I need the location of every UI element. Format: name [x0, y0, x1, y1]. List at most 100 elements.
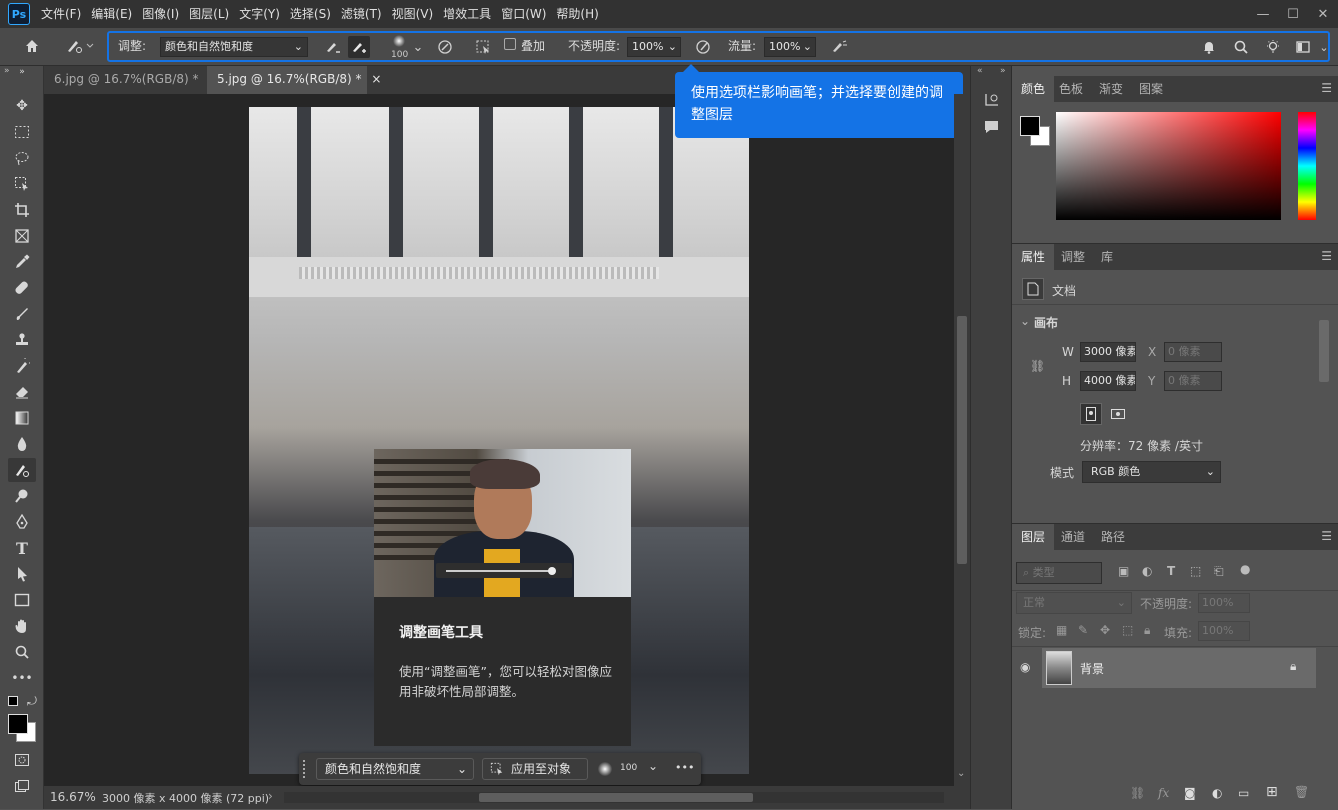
zoom-level[interactable]: 16.67%	[50, 790, 96, 804]
brush-tool-icon[interactable]	[8, 302, 36, 326]
vertical-scroll-thumb[interactable]	[957, 316, 967, 564]
adjustment-brush-tool-icon[interactable]	[8, 458, 36, 482]
layer-style-icon[interactable]: fx	[1158, 786, 1169, 800]
menu-help[interactable]: 帮助(H)	[551, 0, 603, 28]
context-adjust-dropdown[interactable]: 颜色和自然饱和度 ⌄	[316, 758, 474, 780]
healing-brush-tool-icon[interactable]	[8, 276, 36, 300]
tab-color[interactable]: 颜色	[1012, 76, 1055, 102]
lasso-tool-icon[interactable]	[8, 146, 36, 170]
move-tool-icon[interactable]: ✥	[8, 94, 36, 118]
type-tool-icon[interactable]: T	[8, 536, 36, 560]
horizontal-scroll-thumb[interactable]	[479, 793, 753, 802]
status-arrow-icon[interactable]: ›	[268, 789, 273, 803]
home-icon[interactable]	[20, 36, 44, 56]
brush-tip-icon[interactable]	[388, 31, 410, 51]
lock-artboard-icon[interactable]: ⬚	[1122, 623, 1133, 637]
collapse-tools-icon[interactable]: »	[8, 66, 36, 78]
blend-mode-dropdown[interactable]: 正常 ⌄	[1016, 592, 1132, 614]
pressure-opacity-icon[interactable]	[692, 36, 714, 58]
pen-tool-icon[interactable]	[8, 510, 36, 534]
brush-size-chevron-icon[interactable]: ⌄	[410, 37, 426, 57]
collapse-left-icon[interactable]: »	[4, 66, 10, 76]
workspace-chevron-icon[interactable]: ⌄	[1318, 37, 1330, 57]
tab-paths[interactable]: 路径	[1092, 524, 1134, 550]
width-input[interactable]: 3000 像素	[1080, 342, 1136, 362]
filter-toggle-icon[interactable]: ●	[1240, 562, 1250, 576]
tab-layers[interactable]: 图层	[1012, 524, 1055, 550]
brush-add-icon[interactable]	[348, 36, 370, 58]
filter-type-icon[interactable]: T	[1167, 564, 1175, 578]
mode-dropdown[interactable]: RGB 颜色 ⌄	[1082, 461, 1221, 483]
scroll-down-icon[interactable]: ⌄	[957, 768, 965, 779]
panel-menu-icon[interactable]: ☰	[1321, 81, 1332, 95]
discover-lightbulb-icon[interactable]	[1262, 36, 1284, 58]
new-layer-icon[interactable]: ⊞	[1266, 784, 1278, 800]
airbrush-icon[interactable]	[828, 36, 850, 58]
workspace-icon[interactable]	[1292, 36, 1314, 58]
blur-tool-icon[interactable]	[8, 432, 36, 456]
gradient-tool-icon[interactable]	[8, 406, 36, 430]
rectangle-tool-icon[interactable]	[8, 588, 36, 612]
tab-properties[interactable]: 属性	[1012, 244, 1055, 270]
tab-6-jpg[interactable]: 6.jpg @ 16.7%(RGB/8) * ×	[44, 66, 218, 94]
filter-shape-icon[interactable]: ⬚	[1190, 564, 1201, 578]
menu-filter[interactable]: 滤镜(T)	[336, 0, 387, 28]
lock-transparency-icon[interactable]: ▦	[1056, 623, 1067, 637]
apply-to-object-button[interactable]: 应用至对象	[482, 758, 588, 780]
maximize-button[interactable]: ☐	[1278, 0, 1308, 28]
collapse-panels-icon[interactable]: «	[977, 66, 983, 76]
brush-settings-icon[interactable]	[434, 36, 456, 58]
brush-subtract-icon[interactable]	[322, 36, 344, 58]
menu-select[interactable]: 选择(S)	[285, 0, 336, 28]
notification-bell-icon[interactable]	[1198, 36, 1220, 58]
hue-slider[interactable]	[1298, 112, 1316, 220]
search-icon[interactable]	[1230, 36, 1252, 58]
color-field[interactable]	[1056, 112, 1281, 220]
menu-image[interactable]: 图像(I)	[137, 0, 184, 28]
minimize-button[interactable]: —	[1248, 0, 1278, 28]
height-input[interactable]: 4000 像素	[1080, 371, 1136, 391]
drag-handle-icon[interactable]	[303, 760, 306, 778]
add-mask-icon[interactable]: ◙	[1184, 786, 1196, 800]
chevron-down-icon[interactable]: ⌄	[1020, 314, 1030, 328]
context-size-chevron-icon[interactable]: ⌄	[648, 759, 658, 773]
clone-stamp-tool-icon[interactable]	[8, 328, 36, 352]
horizontal-scrollbar[interactable]	[284, 792, 944, 803]
history-panel-icon[interactable]	[983, 92, 1001, 111]
new-group-icon[interactable]: ▭	[1238, 786, 1249, 800]
comments-panel-icon[interactable]	[983, 119, 1001, 138]
screen-mode-icon[interactable]	[8, 774, 36, 798]
foreground-color-chip[interactable]	[1020, 116, 1040, 136]
expand-panels-icon[interactable]: »	[1000, 66, 1006, 76]
panel-menu-icon[interactable]: ☰	[1321, 249, 1332, 263]
context-more-icon[interactable]: •••	[675, 761, 694, 774]
context-brush-tip-icon[interactable]	[597, 761, 613, 777]
zoom-tool-icon[interactable]	[8, 640, 36, 664]
menu-layer[interactable]: 图层(L)	[184, 0, 234, 28]
menu-window[interactable]: 窗口(W)	[496, 0, 551, 28]
lock-all-icon[interactable]: 🔒︎	[1144, 623, 1150, 638]
new-adjustment-layer-icon[interactable]: ◐	[1212, 786, 1222, 800]
object-select-tool-icon[interactable]	[8, 172, 36, 196]
eyedropper-tool-icon[interactable]	[8, 250, 36, 274]
edit-toolbar-icon[interactable]: •••	[8, 666, 36, 690]
canvas-area[interactable]: 调整画笔工具 使用“调整画笔”，您可以轻松对图像应用非破坏性局部调整。 颜色和自…	[44, 94, 954, 786]
filter-smart-object-icon[interactable]: ⎗	[1214, 564, 1224, 579]
layer-filter-dropdown[interactable]: ⌕ 类型	[1016, 562, 1102, 584]
select-subject-icon[interactable]	[472, 36, 494, 58]
y-input[interactable]: 0 像素	[1164, 371, 1222, 391]
tab-libraries[interactable]: 库	[1092, 244, 1122, 270]
swap-colors-icon[interactable]: ⤾	[27, 694, 37, 709]
link-dimensions-icon[interactable]: ⛓	[1030, 359, 1045, 373]
crop-tool-icon[interactable]	[8, 198, 36, 222]
adjustment-brush-preset-icon[interactable]	[62, 36, 98, 56]
menu-edit[interactable]: 编辑(E)	[86, 0, 137, 28]
tab-channels[interactable]: 通道	[1052, 524, 1094, 550]
tab-5-jpg[interactable]: 5.jpg @ 16.7%(RGB/8) * ×	[207, 66, 381, 94]
close-window-button[interactable]: ✕	[1308, 0, 1338, 28]
menu-file[interactable]: 文件(F)	[36, 0, 86, 28]
dodge-tool-icon[interactable]	[8, 484, 36, 508]
filter-pixel-icon[interactable]: ▣	[1118, 564, 1129, 578]
menu-plugins[interactable]: 增效工具	[438, 0, 496, 28]
eraser-tool-icon[interactable]	[8, 380, 36, 404]
